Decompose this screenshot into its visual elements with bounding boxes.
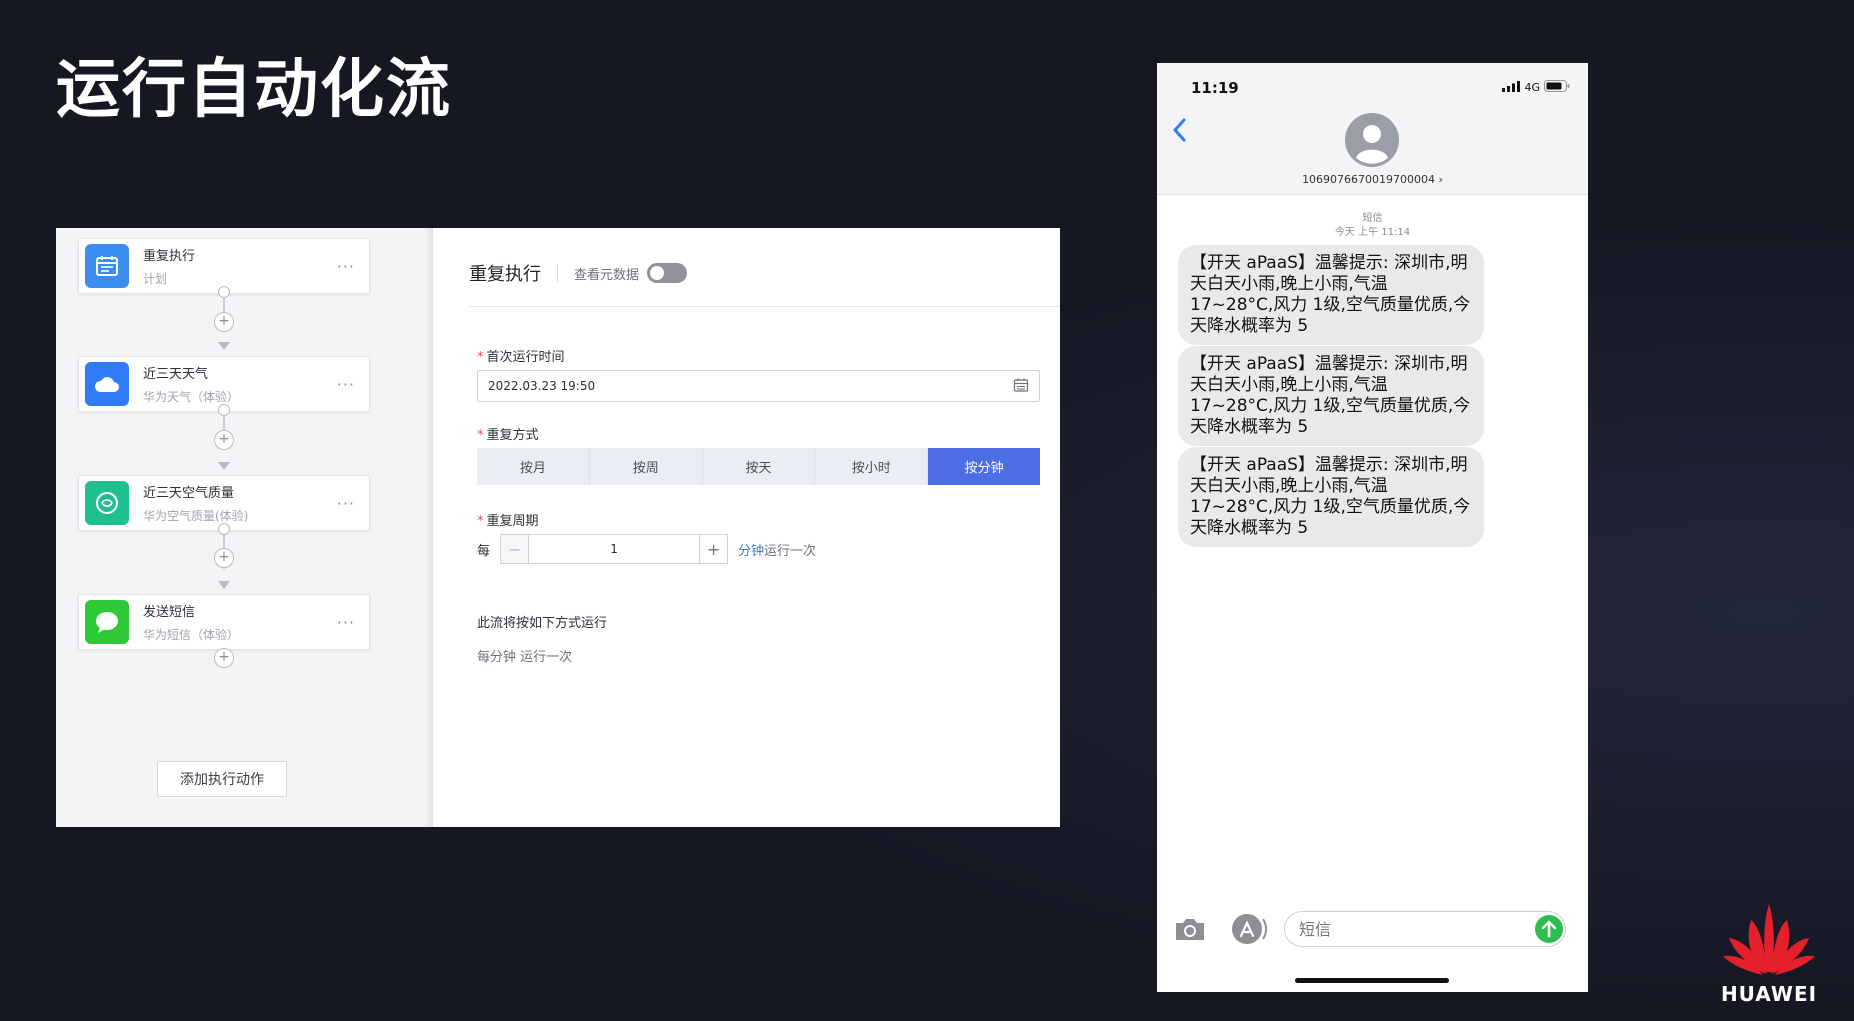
interval-unit-link[interactable]: 分钟 — [738, 540, 764, 559]
cloud-icon — [85, 362, 129, 406]
repeat-mode-selector: 按月 按周 按天 按小时 按分钟 — [477, 448, 1040, 485]
interval-value-input[interactable]: 1 — [529, 535, 700, 563]
node-subtitle: 华为短信（体验） — [143, 628, 240, 642]
send-arrow-icon[interactable] — [1535, 915, 1563, 947]
more-icon[interactable]: ··· — [337, 257, 355, 276]
status-time: 11:19 — [1191, 79, 1239, 97]
huawei-petals-icon — [1723, 904, 1815, 975]
add-step-icon[interactable]: + — [214, 430, 234, 450]
more-icon[interactable]: ··· — [337, 613, 355, 632]
node-title: 近三天空气质量 — [143, 486, 235, 501]
first-run-label: * 首次运行时间 — [477, 350, 565, 365]
repeat-mode-hour[interactable]: 按小时 — [815, 448, 929, 485]
home-indicator — [1295, 978, 1449, 983]
add-step-icon[interactable]: + — [214, 548, 234, 568]
metadata-toggle[interactable] — [647, 263, 688, 283]
repeat-mode-label: * 重复方式 — [477, 428, 539, 443]
repeat-interval-row: 每 − 1 + 分钟 运行一次 — [477, 534, 816, 564]
conversation-header: 11:19 4G 1069076670019700004 › — [1157, 63, 1588, 195]
sender-number[interactable]: 1069076670019700004 › — [1157, 173, 1588, 186]
calendar-icon[interactable] — [1013, 377, 1029, 396]
node-subtitle: 华为天气（体验） — [143, 390, 240, 404]
message-input[interactable] — [1284, 911, 1566, 947]
node-title: 重复执行 — [143, 249, 196, 264]
repeat-interval-label: * 重复周期 — [477, 514, 539, 529]
connector-dot — [218, 523, 230, 535]
message-timestamp: 今天 上午 11:14 — [1334, 227, 1411, 238]
add-action-button[interactable]: 添加执行动作 — [157, 761, 287, 797]
header-divider-line — [469, 306, 1060, 307]
brand-wordmark: HUAWEI — [1720, 982, 1818, 1006]
huawei-logo: HUAWEI — [1714, 900, 1824, 1006]
repeat-mode-minute[interactable]: 按分钟 — [928, 448, 1040, 485]
message-bubble[interactable]: 【开天 aPaaS】温馨提示: 深圳市,明天白天小雨,晚上小雨,气温 17~28… — [1178, 346, 1484, 446]
repeat-mode-week[interactable]: 按周 — [590, 448, 703, 485]
contact-avatar-icon[interactable] — [1345, 113, 1399, 171]
signal-icon — [1502, 80, 1521, 95]
connector-dot — [218, 286, 230, 298]
first-run-value: 2022.03.23 19:50 — [488, 379, 596, 393]
message-bubble[interactable]: 【开天 aPaaS】温馨提示: 深圳市,明天白天小雨,晚上小雨,气温 17~28… — [1178, 447, 1484, 547]
add-step-icon[interactable]: + — [214, 312, 234, 332]
back-chevron-icon[interactable] — [1171, 117, 1187, 150]
run-description-label: 此流将按如下方式运行 — [477, 616, 608, 631]
battery-icon — [1544, 80, 1570, 95]
node-subtitle: 计划 — [143, 272, 168, 286]
arrow-down-icon — [218, 462, 230, 470]
node-title: 近三天天气 — [143, 367, 209, 382]
node-title: 发送短信 — [143, 605, 196, 620]
message-type-label: 短信 — [1362, 213, 1383, 224]
network-label: 4G — [1524, 81, 1540, 94]
calendar-icon — [85, 244, 129, 288]
interval-stepper: − 1 + — [500, 534, 729, 564]
interval-suffix: 运行一次 — [764, 543, 817, 559]
arrow-down-icon — [218, 581, 230, 589]
config-title: 重复执行 — [469, 264, 541, 285]
add-step-icon[interactable]: + — [214, 648, 234, 668]
more-icon[interactable]: ··· — [337, 375, 355, 394]
first-run-datetime-input[interactable]: 2022.03.23 19:50 — [477, 370, 1040, 402]
repeat-mode-day[interactable]: 按天 — [703, 448, 816, 485]
message-icon — [85, 600, 129, 644]
status-indicators: 4G — [1502, 80, 1570, 95]
increment-button[interactable]: + — [699, 535, 728, 563]
decrement-button[interactable]: − — [501, 535, 530, 563]
flow-node-send-sms[interactable]: 发送短信 华为短信（体验） ··· — [78, 594, 370, 650]
message-bubble[interactable]: 【开天 aPaaS】温馨提示: 深圳市,明天白天小雨,晚上小雨,气温 17~28… — [1178, 245, 1484, 345]
slide-title: 运行自动化流 — [56, 53, 452, 127]
interval-prefix: 每 — [477, 543, 491, 559]
phone-screen: 11:19 4G 1069076670019700004 › 短信 今天 上午 … — [1157, 63, 1588, 992]
config-pane: 重复执行 查看元数据 * 首次运行时间 2022.03.23 19:50 * 重复方… — [433, 228, 1060, 827]
connector-dot — [218, 404, 230, 416]
message-composer — [1157, 911, 1588, 961]
more-icon[interactable]: ··· — [337, 494, 355, 513]
camera-icon[interactable] — [1173, 915, 1207, 947]
header-divider — [557, 264, 558, 282]
air-quality-icon — [85, 481, 129, 525]
run-description-value: 每分钟 运行一次 — [477, 650, 573, 665]
config-header: 重复执行 查看元数据 — [469, 260, 688, 286]
app-store-icon[interactable] — [1229, 913, 1269, 949]
view-metadata-label: 查看元数据 — [574, 267, 640, 283]
node-subtitle: 华为空气质量(体验) — [143, 509, 249, 523]
flow-editor-panel: 重复执行 计划 ··· + 近三天天气 华为天气（体验） ··· + 近三天空气… — [56, 228, 1060, 827]
flow-canvas: 重复执行 计划 ··· + 近三天天气 华为天气（体验） ··· + 近三天空气… — [56, 228, 433, 827]
repeat-mode-month[interactable]: 按月 — [477, 448, 590, 485]
arrow-down-icon — [218, 342, 230, 350]
